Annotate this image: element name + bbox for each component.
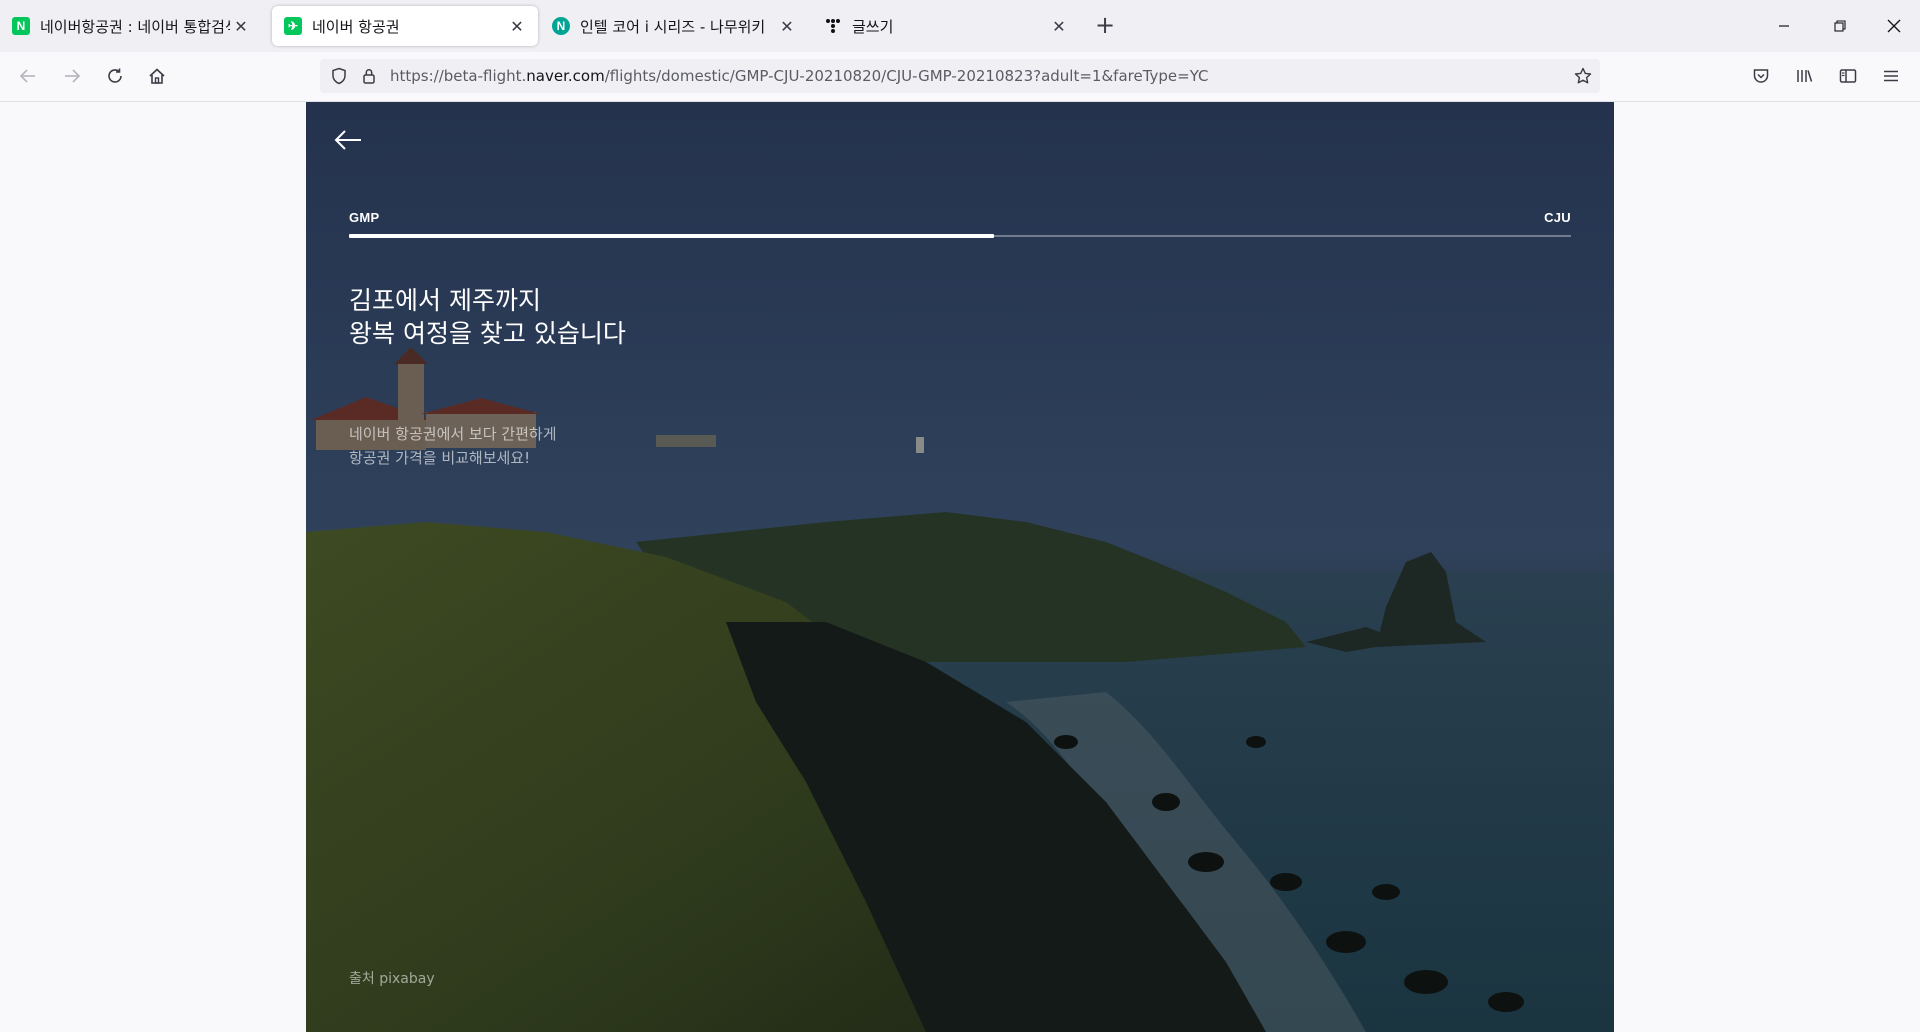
menu-icon[interactable] <box>1875 60 1907 92</box>
plane-favicon-icon: ✈ <box>284 17 302 35</box>
sidebar-icon[interactable] <box>1832 60 1864 92</box>
lock-icon[interactable] <box>354 59 384 93</box>
back-arrow-icon <box>334 130 361 150</box>
back-button[interactable] <box>12 60 44 92</box>
shield-icon[interactable] <box>324 59 354 93</box>
subtext-line-1: 네이버 항공권에서 보다 간편하게 <box>349 425 557 443</box>
destination-code: CJU <box>1544 210 1571 225</box>
restore-button[interactable] <box>1812 0 1868 52</box>
tab-namuwiki[interactable]: N 인텔 코어 i 시리즈 - 나무위키 ✕ <box>540 6 808 46</box>
url-text[interactable]: https://beta-flight.naver.com/flights/do… <box>390 67 1566 85</box>
photo-credit: 출처 pixabay <box>349 971 435 987</box>
home-button[interactable] <box>141 60 173 92</box>
close-icon[interactable]: ✕ <box>1048 15 1070 37</box>
tab-write[interactable]: 글쓰기 ✕ <box>812 6 1080 46</box>
headline-line-1: 김포에서 제주까지 <box>349 286 541 315</box>
address-bar[interactable]: https://beta-flight.naver.com/flights/do… <box>320 59 1600 93</box>
search-headline: 김포에서 제주까지 왕복 여정을 찾고 있습니다 <box>349 284 626 350</box>
tab-title: 인텔 코어 i 시리즈 - 나무위키 <box>580 17 766 36</box>
page-content: GMP CJU 김포에서 제주까지 왕복 여정을 찾고 있습니다 네이버 항공권… <box>0 102 1920 1032</box>
jeju-coast-background-image <box>306 347 1614 1032</box>
pocket-icon[interactable] <box>1745 60 1777 92</box>
naver-favicon-icon: N <box>12 17 30 35</box>
tab-naver-flight[interactable]: ✈ 네이버 항공권 ✕ <box>272 6 538 46</box>
new-tab-button[interactable]: + <box>1090 10 1120 40</box>
navigation-toolbar: https://beta-flight.naver.com/flights/do… <box>0 52 1920 102</box>
subtext-line-2: 항공권 가격을 비교해보세요! <box>349 449 531 467</box>
headline-line-2: 왕복 여정을 찾고 있습니다 <box>349 319 626 348</box>
url-prefix: https://beta-flight. <box>390 67 527 85</box>
promo-subtext: 네이버 항공권에서 보다 간편하게 항공권 가격을 비교해보세요! <box>349 422 557 470</box>
tab-strip: N 네이버항공권 : 네이버 통합검색 ✕ ✈ 네이버 항공권 ✕ N 인텔 코… <box>0 0 1920 52</box>
reload-button[interactable] <box>99 60 131 92</box>
flight-search-loading-screen: GMP CJU 김포에서 제주까지 왕복 여정을 찾고 있습니다 네이버 항공권… <box>306 102 1614 1032</box>
origin-code: GMP <box>349 210 380 225</box>
tab-title: 네이버항공권 : 네이버 통합검색 <box>40 17 230 36</box>
forward-button[interactable] <box>56 60 88 92</box>
tistory-favicon-icon <box>824 17 842 35</box>
tab-title: 네이버 항공권 <box>312 17 400 36</box>
close-icon[interactable]: ✕ <box>230 15 252 37</box>
close-icon[interactable]: ✕ <box>776 15 798 37</box>
back-arrow-button[interactable] <box>326 118 370 162</box>
tab-title: 글쓰기 <box>852 17 894 36</box>
url-domain: naver.com <box>526 67 605 85</box>
bookmark-star-icon[interactable] <box>1566 59 1600 93</box>
minimize-button[interactable] <box>1756 0 1812 52</box>
namuwiki-favicon-icon: N <box>552 17 570 35</box>
progress-fill <box>349 234 995 238</box>
tab-naver-search[interactable]: N 네이버항공권 : 네이버 통합검색 ✕ <box>0 6 262 46</box>
close-icon[interactable]: ✕ <box>506 15 528 37</box>
library-icon[interactable] <box>1788 60 1820 92</box>
close-window-button[interactable] <box>1866 0 1920 52</box>
url-path: /flights/domestic/GMP-CJU-20210820/CJU-G… <box>604 67 1209 85</box>
